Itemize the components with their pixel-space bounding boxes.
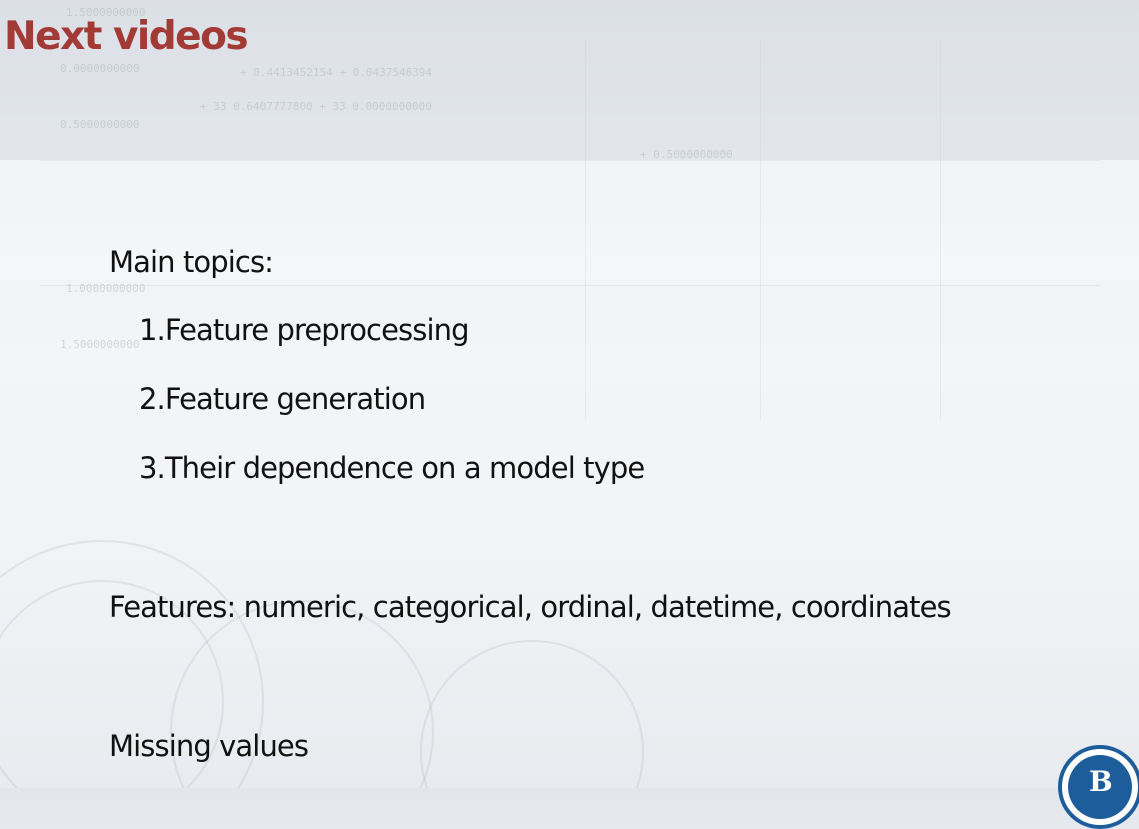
topic-item: 1.Feature preprocessing [139,313,470,347]
background-digits: 0.0000000000 [60,62,140,75]
background-gridline [40,285,1100,286]
course-logo-inner: B [1068,755,1132,819]
background-digits: + 33 0.6407777800 + 33 0.0000000000 [200,100,432,113]
course-logo-icon: B [1058,745,1139,829]
slide-title: Next videos [4,14,249,59]
background-digits: 0.5000000000 [60,118,140,131]
background-gridline [760,40,761,420]
background-gridline [585,40,586,420]
main-topics-heading: Main topics: [109,245,274,279]
topic-item: 3.Their dependence on a model type [139,451,645,485]
background-digits: + 0.5000000000 [640,148,733,161]
background-digits: 1.0000000000 [66,282,146,295]
course-logo-letter: B [1089,765,1113,798]
background-digits: 1.5000000000 [60,338,140,351]
topic-item: 2.Feature generation [139,382,426,416]
background-gear-ring [420,640,644,788]
background-digits: + 0.4413452154 + 0.0437546394 [240,66,433,79]
background-gridline [940,40,941,420]
missing-values-line: Missing values [109,729,309,763]
background-gridline [40,160,1100,161]
features-line: Features: numeric, categorical, ordinal,… [109,590,952,624]
